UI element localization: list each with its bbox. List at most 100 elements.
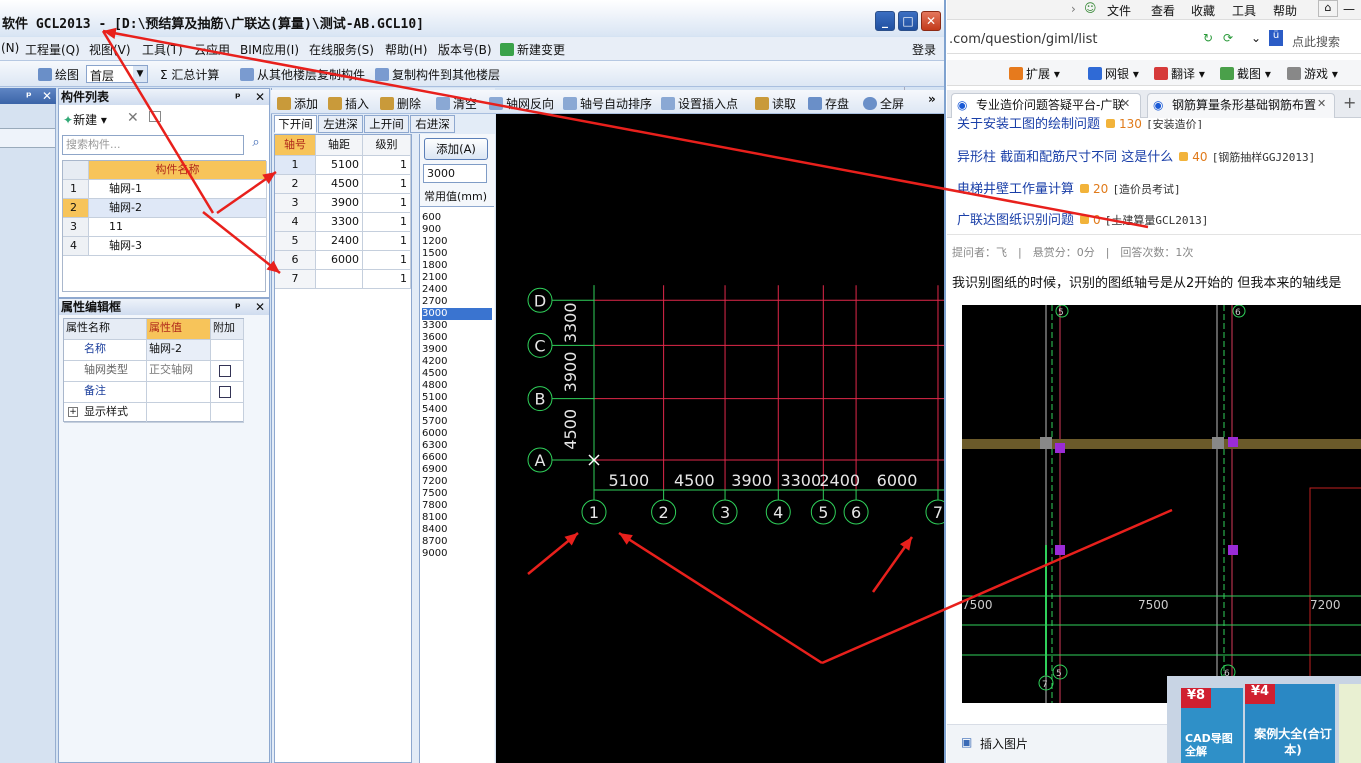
axis-no-cell[interactable]: 6 — [275, 251, 316, 270]
nav-item[interactable] — [0, 128, 55, 148]
axis-no-cell[interactable]: 7 — [275, 270, 316, 289]
common-value-item[interactable]: 7800 — [422, 500, 492, 512]
common-value-item[interactable]: 6600 — [422, 452, 492, 464]
prop-name-value[interactable]: 轴网-2 — [147, 340, 211, 361]
read-button[interactable]: 读取 — [755, 95, 796, 112]
axis-dist-cell[interactable]: 6000 — [316, 251, 363, 270]
axis-level-cell[interactable]: 1 — [363, 156, 411, 175]
close-tab-icon[interactable]: ✕ — [1121, 97, 1130, 110]
common-value-item[interactable]: 4800 — [422, 380, 492, 392]
ad-card[interactable]: ¥8 CAD导图全解 — [1181, 688, 1243, 763]
insert-image-link[interactable]: 插入图片 — [980, 735, 1028, 752]
common-value-item[interactable]: 2400 — [422, 284, 492, 296]
axis-no-cell[interactable]: 3 — [275, 194, 316, 213]
reverse-axis-button[interactable]: 轴网反向 — [489, 95, 554, 112]
tab-bottom-bay[interactable]: 下开间 — [274, 115, 317, 133]
axis-dist-cell[interactable]: 4500 — [316, 175, 363, 194]
menu-tools[interactable]: 工具(T) — [142, 41, 183, 58]
common-value-item[interactable]: 7500 — [422, 488, 492, 500]
screenshot-button[interactable]: 截图 ▾ — [1220, 65, 1271, 82]
copy-icon[interactable] — [149, 111, 161, 122]
axis-dist-cell[interactable]: 5100 — [316, 156, 363, 175]
menu-file[interactable]: 文件 — [1107, 2, 1131, 19]
close-button[interactable]: ✕ — [921, 11, 941, 31]
axis-level-cell[interactable]: 1 — [363, 251, 411, 270]
question-item[interactable]: 异形柱 截面和配筋尺寸不同 这是什么 40 [钢筋抽样GGJ2013] — [957, 146, 1315, 165]
save-button[interactable]: 存盘 — [808, 95, 849, 112]
menu-help[interactable]: 帮助 — [1273, 2, 1297, 19]
common-value-item[interactable]: 9000 — [422, 548, 492, 560]
common-value-item[interactable]: 5400 — [422, 404, 492, 416]
home-icon[interactable]: ⌂ — [1318, 0, 1338, 17]
menu-tools[interactable]: 工具 — [1232, 2, 1256, 19]
common-value-item[interactable]: 900 — [422, 224, 492, 236]
common-value-item[interactable]: 7200 — [422, 476, 492, 488]
search-input[interactable]: 搜索构件... — [62, 135, 244, 155]
copy-from-floor-button[interactable]: 从其他楼层复制构件 — [240, 66, 365, 83]
cad-canvas[interactable]: 5100 4500 3900 3300 2400 6000 1 2 3 4 5 6 7 A B C D 4500 3… — [496, 114, 944, 763]
question-item[interactable]: 电梯井壁工作量计算 20 [造价员考试] — [957, 178, 1181, 197]
expand-icon[interactable]: + — [68, 407, 78, 417]
common-value-item[interactable]: 1800 — [422, 260, 492, 272]
axis-no-cell[interactable]: 1 — [275, 156, 316, 175]
axis-dist-cell[interactable]: 3900 — [316, 194, 363, 213]
pin-icon[interactable]: ᵖ — [26, 88, 32, 104]
axis-level-cell[interactable]: 1 — [363, 270, 411, 289]
chevron-down-icon[interactable]: ⌄ — [1251, 31, 1261, 45]
search-box[interactable]: 点此搜索 — [1292, 33, 1340, 50]
common-value-item[interactable]: 5700 — [422, 416, 492, 428]
common-value-item[interactable]: 3900 — [422, 344, 492, 356]
pin-icon[interactable]: ᵖ — [235, 299, 241, 315]
component-row[interactable]: 轴网-2 — [89, 199, 267, 218]
common-value-item[interactable]: 5100 — [422, 392, 492, 404]
image-icon[interactable]: ▣ — [961, 735, 972, 749]
secure-icon[interactable]: ⟳ — [1223, 31, 1233, 45]
copy-to-floor-button[interactable]: 复制构件到其他楼层 — [375, 66, 500, 83]
minimize-button[interactable]: — — [1343, 2, 1355, 16]
minimize-button[interactable]: _ — [875, 11, 895, 31]
common-value-item[interactable]: 6900 — [422, 464, 492, 476]
user-icon[interactable]: ☺ — [1084, 1, 1097, 15]
tab-right-depth[interactable]: 右进深 — [410, 115, 455, 133]
common-value-item[interactable]: 4500 — [422, 368, 492, 380]
attached-cad-screenshot[interactable]: 7500 7500 7200 5 6 5 6 7 — [962, 305, 1361, 703]
games-button[interactable]: 游戏 ▾ — [1287, 65, 1338, 82]
axis-dist-cell[interactable] — [316, 270, 363, 289]
common-value-item[interactable]: 1200 — [422, 236, 492, 248]
menu-cloud[interactable]: 云应用 — [194, 41, 230, 58]
axis-no-cell[interactable]: 4 — [275, 213, 316, 232]
translate-button[interactable]: 翻译 ▾ — [1154, 65, 1205, 82]
close-icon[interactable]: ✕ — [255, 299, 265, 315]
common-value-item[interactable]: 4200 — [422, 356, 492, 368]
axis-level-cell[interactable]: 1 — [363, 175, 411, 194]
question-item[interactable]: 广联达图纸识别问题 0 [土建算量GCL2013] — [957, 209, 1208, 228]
axis-dist-cell[interactable]: 2400 — [316, 232, 363, 251]
axis-no-cell[interactable]: 2 — [275, 175, 316, 194]
delete-button[interactable]: 删除 — [380, 95, 421, 112]
common-value-item[interactable]: 3300 — [422, 320, 492, 332]
menu-item[interactable]: (N) — [1, 41, 19, 55]
ad-card[interactable] — [1339, 684, 1361, 763]
common-value-item[interactable]: 1500 — [422, 248, 492, 260]
clear-button[interactable]: 清空 — [436, 95, 477, 112]
common-value-item[interactable]: 3000 — [422, 308, 492, 320]
checkbox[interactable] — [219, 365, 231, 377]
common-value-item[interactable]: 2700 — [422, 296, 492, 308]
common-value-item[interactable]: 8700 — [422, 536, 492, 548]
common-value-item[interactable]: 6300 — [422, 440, 492, 452]
column-header[interactable]: 构件名称 — [89, 161, 267, 180]
common-value-item[interactable]: 3600 — [422, 332, 492, 344]
tab-top-bay[interactable]: 上开间 — [364, 115, 409, 133]
new-component-button[interactable]: ✦新建 ▾ — [63, 111, 107, 128]
tab-left-depth[interactable]: 左进深 — [318, 115, 363, 133]
checkbox[interactable] — [219, 386, 231, 398]
login-link[interactable]: 登录 — [912, 41, 936, 58]
ad-card[interactable]: ¥4 案例大全(合订本) — [1245, 684, 1335, 763]
component-row[interactable]: 11 — [89, 218, 267, 237]
search-icon[interactable]: ⌕ — [247, 135, 265, 155]
extensions-button[interactable]: 扩展 ▾ — [1009, 65, 1060, 82]
draw-button[interactable]: 绘图 — [38, 66, 79, 83]
menu-favorites[interactable]: 收藏 — [1191, 2, 1215, 19]
common-value-item[interactable]: 6000 — [422, 428, 492, 440]
new-change-button[interactable]: 新建变更 — [500, 41, 565, 58]
